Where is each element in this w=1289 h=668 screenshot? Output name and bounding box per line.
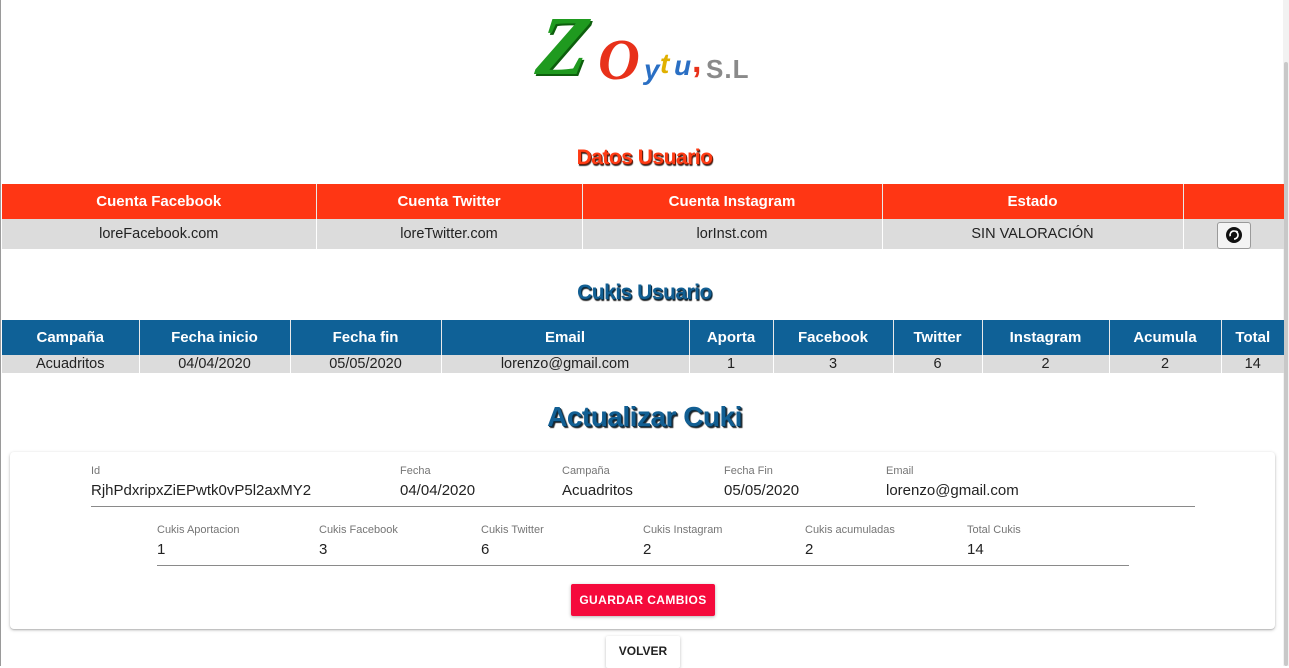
email-label: Email — [886, 465, 914, 477]
total-cukis-value[interactable]: 14 — [967, 541, 1021, 558]
cukis-facebook-field[interactable]: Cukis Facebook 3 — [319, 524, 398, 558]
header-acumula: Acumula — [1109, 320, 1222, 355]
logo-letter-o: O — [598, 27, 640, 92]
header-instagram: Cuenta Instagram — [582, 184, 883, 219]
user-data-title: Datos Usuario — [576, 146, 713, 169]
cell-campana: Acuadritos — [2, 355, 140, 373]
cukis-twitter-field[interactable]: Cukis Twitter 6 — [481, 524, 544, 558]
header-total: Total — [1221, 320, 1284, 355]
cukis-acumuladas-field[interactable]: Cukis acumuladas 2 — [805, 524, 895, 558]
cukis-aportacion-value[interactable]: 1 — [157, 541, 240, 558]
fecha-value[interactable]: 04/04/2020 — [400, 482, 475, 499]
campana-label: Campaña — [562, 465, 610, 477]
row1-underline — [91, 506, 1195, 507]
fecha-field[interactable]: Fecha 04/04/2020 — [400, 465, 475, 499]
refresh-button[interactable] — [1216, 221, 1251, 249]
campana-field[interactable]: Campaña Acuadritos — [562, 465, 633, 499]
cukis-aportacion-field[interactable]: Cukis Aportacion 1 — [157, 524, 240, 558]
campana-value[interactable]: Acuadritos — [562, 482, 633, 499]
cell-instagram: lorInst.com — [582, 219, 883, 249]
update-form-card: Id RjhPdxripxZiEPwtk0vP5l2axMY2 Fecha 04… — [10, 452, 1275, 629]
fecha-fin-field[interactable]: Fecha Fin 05/05/2020 — [724, 465, 799, 499]
cell-fecha-inicio: 04/04/2020 — [139, 355, 291, 373]
page-border — [0, 0, 1, 666]
header-campana: Campaña — [2, 320, 140, 355]
cell-fecha-fin: 05/05/2020 — [290, 355, 442, 373]
cukis-twitter-label: Cukis Twitter — [481, 524, 544, 536]
header-estado: Estado — [882, 184, 1184, 219]
logo-comma: , — [692, 42, 702, 80]
table-header-row: Campaña Fecha inicio Fecha fin Email Apo… — [2, 320, 1284, 355]
save-changes-button[interactable]: GUARDAR CAMBIOS — [571, 584, 715, 616]
cukis-instagram-label: Cukis Instagram — [643, 524, 723, 536]
header-fecha-inicio: Fecha inicio — [139, 320, 291, 355]
cell-facebook: 3 — [773, 355, 894, 373]
id-field[interactable]: Id RjhPdxripxZiEPwtk0vP5l2axMY2 — [91, 465, 311, 499]
cell-estado: SIN VALORACIÓN — [882, 219, 1184, 249]
logo-letter-t: t — [660, 48, 670, 79]
cukis-instagram-field[interactable]: Cukis Instagram 2 — [643, 524, 722, 558]
header-email: Email — [441, 320, 690, 355]
header-twitter: Cuenta Twitter — [316, 184, 583, 219]
fecha-fin-value[interactable]: 05/05/2020 — [724, 482, 799, 499]
back-button[interactable]: VOLVER — [606, 636, 680, 668]
cukis-table: Campaña Fecha inicio Fecha fin Email Apo… — [2, 320, 1284, 373]
id-label: Id — [91, 465, 101, 477]
cell-facebook: loreFacebook.com — [2, 219, 317, 249]
logo-letter-u: u — [674, 50, 692, 81]
cell-instagram: 2 — [982, 355, 1110, 373]
header-aporta: Aporta — [689, 320, 774, 355]
fecha-fin-label: Fecha Fin — [724, 465, 773, 477]
header-facebook: Cuenta Facebook — [2, 184, 317, 219]
header-actions — [1183, 184, 1284, 219]
total-cukis-label: Total Cukis — [967, 524, 1021, 536]
cukis-facebook-value[interactable]: 3 — [319, 541, 398, 558]
logo-letter-y: y — [644, 54, 660, 85]
cell-acumula: 2 — [1109, 355, 1222, 373]
id-value[interactable]: RjhPdxripxZiEPwtk0vP5l2axMY2 — [91, 482, 311, 499]
logo-letter-z: Z — [531, 0, 596, 93]
cukis-instagram-value[interactable]: 2 — [643, 541, 722, 558]
cukis-facebook-label: Cukis Facebook — [319, 524, 398, 536]
cell-email: lorenzo@gmail.com — [441, 355, 690, 373]
cukis-twitter-value[interactable]: 6 — [481, 541, 544, 558]
cell-total: 14 — [1221, 355, 1284, 373]
cell-actions — [1183, 219, 1284, 249]
email-field[interactable]: Email lorenzo@gmail.com — [886, 465, 1019, 499]
fecha-label: Fecha — [400, 465, 431, 477]
cukis-acumuladas-value[interactable]: 2 — [805, 541, 895, 558]
header-facebook: Facebook — [773, 320, 894, 355]
table-row: loreFacebook.com loreTwitter.com lorInst… — [2, 219, 1284, 249]
table-row: Acuadritos 04/04/2020 05/05/2020 lorenzo… — [2, 355, 1284, 373]
header-fecha-fin: Fecha fin — [290, 320, 442, 355]
logo-sl: S.L — [706, 54, 750, 84]
company-logo: Z O y t u , S.L — [531, 0, 764, 98]
header-instagram: Instagram — [982, 320, 1110, 355]
refresh-icon — [1225, 226, 1242, 243]
cell-aporta: 1 — [689, 355, 774, 373]
email-value[interactable]: lorenzo@gmail.com — [886, 482, 1019, 499]
header-twitter: Twitter — [893, 320, 983, 355]
row2-underline — [157, 565, 1129, 566]
cell-twitter: loreTwitter.com — [316, 219, 583, 249]
total-cukis-field[interactable]: Total Cukis 14 — [967, 524, 1021, 558]
update-cuki-title: Actualizar Cuki — [547, 401, 742, 432]
table-header-row: Cuenta Facebook Cuenta Twitter Cuenta In… — [2, 184, 1284, 219]
cukis-aportacion-label: Cukis Aportacion — [157, 524, 240, 536]
cukis-user-title: Cukis Usuario — [577, 281, 712, 304]
user-accounts-table: Cuenta Facebook Cuenta Twitter Cuenta In… — [2, 184, 1284, 249]
cell-twitter: 6 — [893, 355, 983, 373]
cukis-acumuladas-label: Cukis acumuladas — [805, 524, 895, 536]
